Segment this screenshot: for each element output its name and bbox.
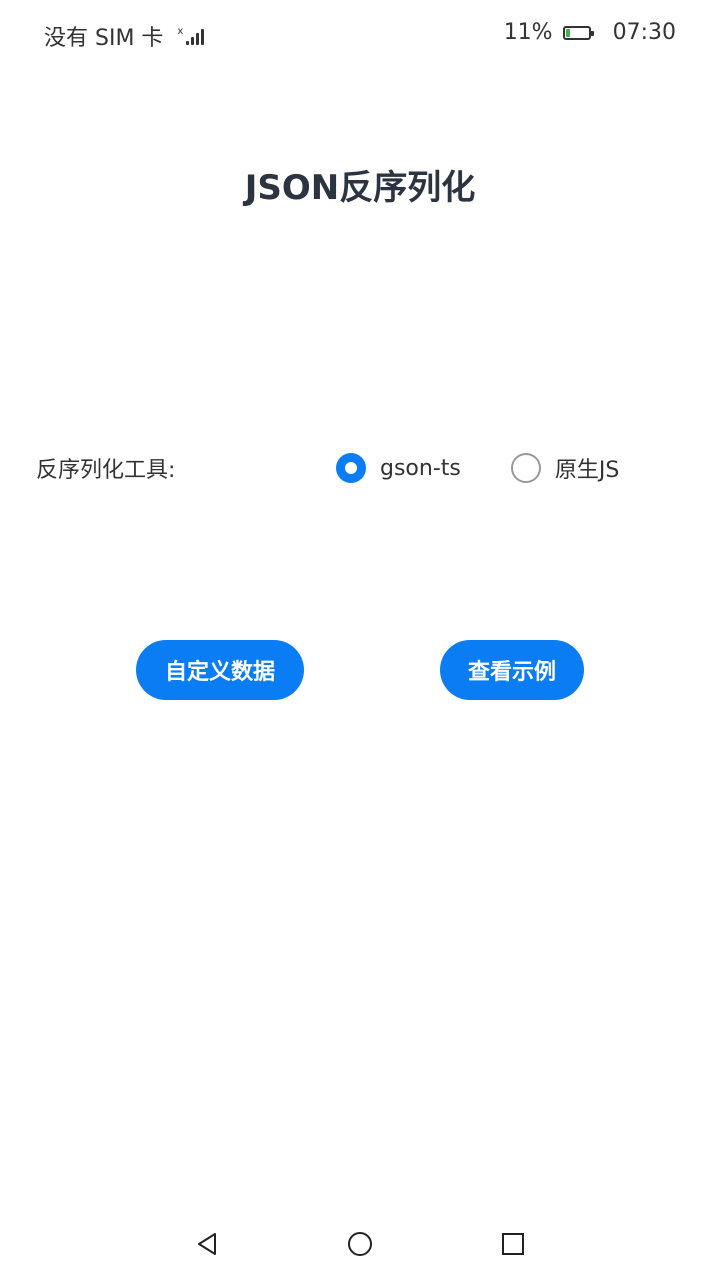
battery-level-fill <box>565 28 570 37</box>
status-bar: 没有 SIM 卡 x 11% 07:30 <box>0 0 720 72</box>
battery-icon <box>562 25 594 40</box>
radio-option-native-js[interactable]: 原生JS <box>510 452 620 484</box>
status-right: 11% 07:30 <box>504 20 676 45</box>
screen: 没有 SIM 卡 x 11% 07:30 JSON反序列化 反序列化工具: gs… <box>0 0 720 1280</box>
back-triangle-icon[interactable] <box>190 1226 226 1262</box>
home-circle-icon[interactable] <box>342 1226 378 1262</box>
navigation-bar <box>0 1208 720 1280</box>
tool-radio-group: gson-ts 原生JS <box>336 452 619 484</box>
radio-label-gson-ts: gson-ts <box>380 455 461 481</box>
custom-data-button[interactable]: 自定义数据 <box>136 640 304 700</box>
page-title: JSON反序列化 <box>244 168 476 208</box>
carrier-text: 没有 SIM 卡 <box>44 26 164 51</box>
battery-percent: 11% <box>503 20 553 45</box>
radio-checked-icon[interactable] <box>336 453 366 483</box>
status-left: 没有 SIM 卡 x <box>44 20 205 52</box>
radio-label-native-js: 原生JS <box>554 458 620 483</box>
radio-unchecked-icon[interactable] <box>510 453 541 483</box>
view-example-button[interactable]: 查看示例 <box>440 640 584 700</box>
recent-square-icon[interactable] <box>495 1226 531 1262</box>
signal-no-sim-icon: x <box>177 27 205 45</box>
clock: 07:30 <box>612 20 676 45</box>
radio-option-gson-ts[interactable]: gson-ts <box>336 453 461 483</box>
tool-select-label: 反序列化工具: <box>36 458 176 483</box>
